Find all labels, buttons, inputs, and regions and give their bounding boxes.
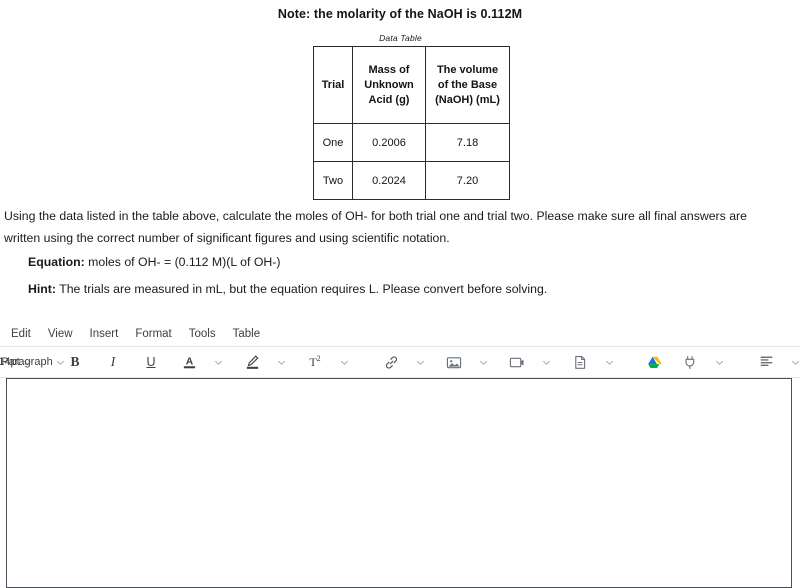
insert-document-dropdown[interactable] bbox=[594, 350, 622, 374]
equation-line: Equation: moles of OH- = (0.112 M)(L of … bbox=[28, 252, 280, 272]
header-mass-unknown-acid: Mass of Unknown Acid (g) bbox=[352, 46, 426, 124]
highlighter-pen-icon bbox=[245, 354, 260, 370]
table-header-row: Trial Mass of Unknown Acid (g) The volum… bbox=[313, 46, 510, 124]
chevron-down-icon bbox=[214, 358, 223, 367]
highlight-color-dropdown[interactable] bbox=[266, 350, 294, 374]
align-button[interactable] bbox=[752, 350, 780, 374]
assignment-page: Note: the molarity of the NaOH is 0.112M… bbox=[0, 0, 800, 588]
menu-item-edit[interactable]: Edit bbox=[11, 328, 31, 340]
underline-icon: U bbox=[146, 355, 156, 369]
menu-item-view[interactable]: View bbox=[48, 328, 73, 340]
block-format-dropdown[interactable]: Paragraph bbox=[1, 350, 64, 374]
menu-item-insert[interactable]: Insert bbox=[90, 328, 119, 340]
align-left-icon bbox=[759, 355, 774, 369]
chevron-down-icon bbox=[416, 358, 425, 367]
cell-mass-one: 0.2006 bbox=[352, 123, 426, 162]
editor-toolbar: 14pt Paragraph B I U A T2 bbox=[0, 347, 800, 377]
italic-button[interactable]: I bbox=[99, 350, 127, 374]
data-table-caption: Data Table bbox=[379, 33, 422, 43]
bold-button[interactable]: B bbox=[61, 350, 89, 374]
align-dropdown[interactable] bbox=[780, 350, 800, 374]
insert-media-dropdown[interactable] bbox=[531, 350, 559, 374]
chevron-down-icon bbox=[277, 358, 286, 367]
header-trial: Trial bbox=[313, 46, 353, 124]
chevron-down-icon bbox=[542, 358, 551, 367]
highlight-color-button[interactable] bbox=[238, 350, 266, 374]
chevron-down-icon bbox=[791, 358, 800, 367]
svg-text:A: A bbox=[185, 356, 193, 367]
insert-link-dropdown[interactable] bbox=[405, 350, 433, 374]
header-volume-base: The volume of the Base (NaOH) (mL) bbox=[425, 46, 510, 124]
menu-item-table[interactable]: Table bbox=[233, 328, 261, 340]
chevron-down-icon bbox=[479, 358, 488, 367]
editor-content-area[interactable] bbox=[6, 378, 792, 588]
hint-text: The trials are measured in mL, but the e… bbox=[56, 282, 548, 296]
plug-icon bbox=[683, 355, 698, 370]
bold-icon: B bbox=[70, 354, 80, 369]
cell-volume-one: 7.18 bbox=[425, 123, 510, 162]
link-icon bbox=[384, 355, 399, 370]
table-row: Two 0.2024 7.20 bbox=[313, 161, 510, 200]
plugin-button[interactable] bbox=[676, 350, 704, 374]
cell-mass-two: 0.2024 bbox=[352, 161, 426, 200]
superscript-dropdown[interactable] bbox=[329, 350, 357, 374]
molarity-note: Note: the molarity of the NaOH is 0.112M bbox=[277, 7, 523, 21]
document-icon bbox=[573, 355, 587, 370]
table-row: One 0.2006 7.18 bbox=[313, 123, 510, 162]
insert-media-button[interactable] bbox=[503, 350, 531, 374]
google-drive-icon bbox=[647, 355, 663, 370]
chevron-down-icon bbox=[715, 358, 724, 367]
media-video-icon bbox=[509, 355, 525, 370]
hint-line: Hint: The trials are measured in mL, but… bbox=[28, 279, 547, 299]
plugin-dropdown[interactable] bbox=[704, 350, 732, 374]
insert-document-button[interactable] bbox=[566, 350, 594, 374]
cell-trial-one: One bbox=[313, 123, 353, 162]
cell-trial-two: Two bbox=[313, 161, 353, 200]
editor-menubar: Edit View Insert Format Tools Table bbox=[0, 322, 800, 346]
data-table: Trial Mass of Unknown Acid (g) The volum… bbox=[313, 46, 510, 200]
superscript-icon: T2 bbox=[309, 354, 321, 369]
menu-item-tools[interactable]: Tools bbox=[189, 328, 216, 340]
equation-text: moles of OH- = (0.112 M)(L of OH-) bbox=[84, 255, 281, 269]
menu-item-format[interactable]: Format bbox=[135, 328, 171, 340]
text-color-icon: A bbox=[182, 354, 197, 370]
chevron-down-icon bbox=[605, 358, 614, 367]
insert-image-dropdown[interactable] bbox=[468, 350, 496, 374]
google-drive-button[interactable] bbox=[641, 350, 669, 374]
hint-label: Hint: bbox=[28, 282, 56, 296]
superscript-button[interactable]: T2 bbox=[301, 350, 329, 374]
insert-image-button[interactable] bbox=[440, 350, 468, 374]
rich-text-editor: Edit View Insert Format Tools Table 14pt… bbox=[0, 322, 800, 378]
equation-label: Equation: bbox=[28, 255, 85, 269]
block-format-value: Paragraph bbox=[1, 356, 53, 368]
text-color-dropdown[interactable] bbox=[203, 350, 231, 374]
cell-volume-two: 7.20 bbox=[425, 161, 510, 200]
italic-icon: I bbox=[110, 354, 116, 369]
image-icon bbox=[446, 355, 462, 370]
data-table-container: Data Table Trial Mass of Unknown Acid (g… bbox=[313, 33, 510, 200]
text-color-button[interactable]: A bbox=[175, 350, 203, 374]
insert-link-button[interactable] bbox=[377, 350, 405, 374]
question-prompt: Using the data listed in the table above… bbox=[4, 209, 747, 245]
chevron-down-icon bbox=[340, 358, 349, 367]
underline-button[interactable]: U bbox=[137, 350, 165, 374]
